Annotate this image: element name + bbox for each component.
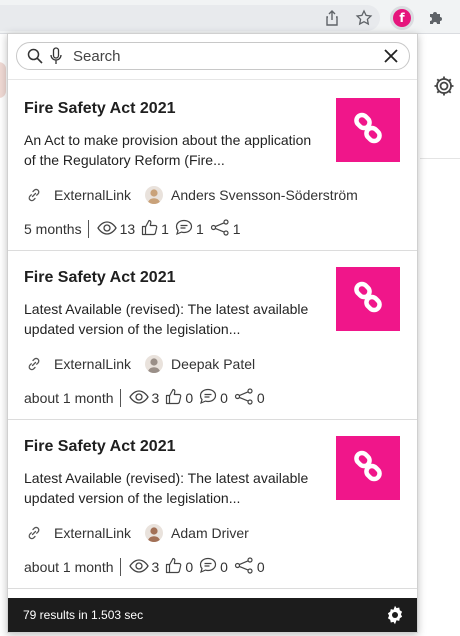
views-count: 3 [151,390,160,406]
comments-stat[interactable]: 0 [199,557,228,577]
author-name[interactable]: Anders Svensson-Söderström [171,187,358,203]
results-list: Fire Safety Act 2021 An Act to make provi… [8,82,417,589]
results-summary: 79 results in 1.503 sec [23,608,144,622]
share-icon [210,219,233,239]
likes-count: 1 [161,221,169,237]
result-title[interactable]: Fire Safety Act 2021 [24,100,175,118]
microphone-icon[interactable] [49,47,63,70]
eye-icon [128,389,152,407]
share-icon [234,388,257,408]
result-stats: about 1 month 3 0 0 0 [24,557,271,577]
extension-popup: Fire Safety Act 2021 An Act to make provi… [7,33,418,633]
result-description: An Act to make provision about the appli… [24,132,312,168]
bookmark-star-icon[interactable] [352,6,376,30]
result-age: about 1 month [24,390,114,406]
settings-gear-icon[interactable] [385,605,405,630]
popup-footer: 79 results in 1.503 sec [8,598,417,632]
link-icon [351,280,385,319]
extension-button[interactable]: f [390,6,414,30]
shares-stat[interactable]: 1 [210,219,241,239]
result-meta: ExternalLink Adam Driver [24,522,249,544]
link-thumbnail[interactable] [336,98,400,162]
result-description: Latest Available (revised): The latest a… [24,470,309,506]
likes-stat[interactable]: 0 [165,388,193,408]
views-stat: 3 [128,558,160,576]
eye-icon [96,220,120,238]
avatar [145,186,164,204]
thumbs-up-icon [165,388,185,408]
views-count: 3 [151,559,160,575]
external-link-icon [26,187,42,203]
divider [8,79,417,80]
result-age: 5 months [24,221,82,237]
views-count: 13 [119,221,136,237]
avatar [145,355,164,373]
background-page-fragment [0,62,6,98]
shares-stat[interactable]: 0 [234,388,265,408]
extensions-puzzle-icon[interactable] [424,6,448,30]
search-bar [16,42,410,70]
thumbs-up-icon [141,219,161,239]
result-age: about 1 month [24,559,114,575]
stats-divider [87,220,89,238]
result-meta: ExternalLink Anders Svensson-Söderström [24,184,358,206]
author-name[interactable]: Adam Driver [171,525,249,541]
comments-count: 0 [220,559,228,575]
result-card[interactable]: Fire Safety Act 2021 Latest Available (re… [8,251,417,420]
browser-toolbar: f [0,0,460,34]
eye-icon [128,558,152,576]
link-thumbnail[interactable] [336,267,400,331]
result-description: Latest Available (revised): The latest a… [24,301,309,337]
result-type: ExternalLink [54,525,132,541]
result-stats: 5 months 13 1 1 1 [24,219,247,239]
views-stat: 13 [96,220,136,238]
share-icon[interactable] [320,6,344,30]
link-icon [351,449,385,488]
shares-stat[interactable]: 0 [234,557,265,577]
result-type: ExternalLink [54,187,132,203]
likes-count: 0 [185,559,194,575]
result-title[interactable]: Fire Safety Act 2021 [24,269,175,287]
external-link-icon [26,525,42,541]
author-name[interactable]: Deepak Patel [171,356,255,372]
clear-search-icon[interactable] [383,48,399,69]
share-icon [234,557,257,577]
comments-count: 0 [220,390,228,406]
shares-count: 0 [256,559,265,575]
page-divider [420,158,460,159]
comments-stat[interactable]: 1 [175,219,204,239]
views-stat: 3 [128,389,160,407]
comments-count: 1 [195,221,204,237]
result-title[interactable]: Fire Safety Act 2021 [24,438,175,456]
avatar [145,524,164,542]
search-icon [27,48,43,69]
link-icon [351,111,385,150]
search-input[interactable] [73,46,363,66]
link-thumbnail[interactable] [336,436,400,500]
page-settings-gear-icon[interactable] [432,74,456,98]
comment-icon [199,388,220,408]
likes-stat[interactable]: 0 [165,557,193,577]
extension-logo-icon: f [393,9,411,27]
comments-stat[interactable]: 0 [199,388,228,408]
stats-divider [119,558,121,576]
thumbs-up-icon [165,557,185,577]
result-meta: ExternalLink Deepak Patel [24,353,255,375]
shares-count: 1 [232,221,241,237]
result-card[interactable]: Fire Safety Act 2021 An Act to make provi… [8,82,417,251]
likes-stat[interactable]: 1 [141,219,169,239]
external-link-icon [26,356,42,372]
likes-count: 0 [185,390,194,406]
stats-divider [119,389,121,407]
comment-icon [175,219,196,239]
result-stats: about 1 month 3 0 0 0 [24,388,271,408]
result-card[interactable]: Fire Safety Act 2021 Latest Available (re… [8,420,417,589]
result-type: ExternalLink [54,356,132,372]
shares-count: 0 [256,390,265,406]
comment-icon [199,557,220,577]
